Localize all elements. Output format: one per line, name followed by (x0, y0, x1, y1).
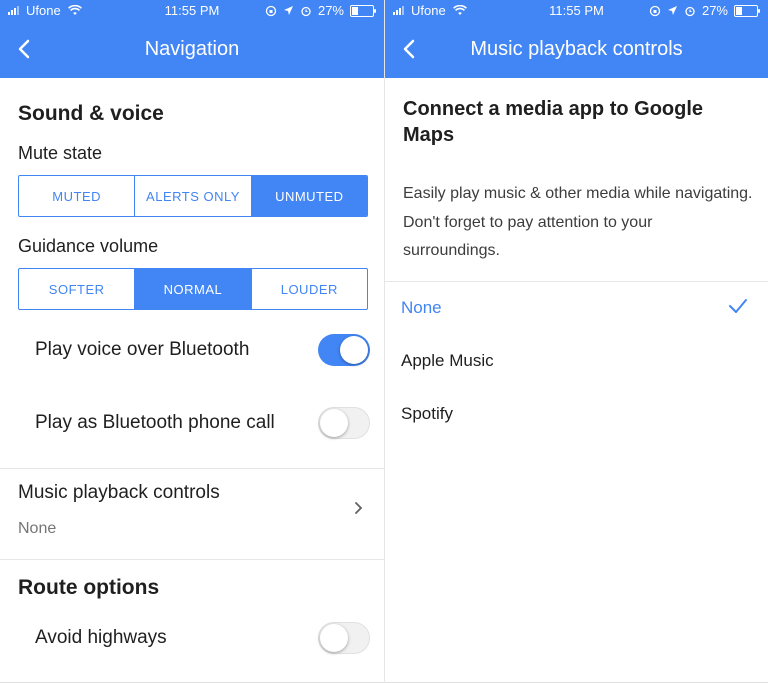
avoid-highways-toggle[interactable] (318, 622, 370, 654)
navigation-settings-screen: Ufone 11:55 PM 27% Navigation Sound & vo… (0, 0, 384, 683)
music-playback-value: None (18, 520, 57, 537)
music-playback-title: Music playback controls (18, 482, 220, 503)
page-title: Music playback controls (470, 38, 683, 60)
battery-icon (734, 4, 760, 17)
media-option-spotify[interactable]: Spotify (385, 388, 768, 440)
music-playback-row[interactable]: Music playback controls None (0, 470, 384, 558)
volume-option-louder[interactable]: LOUDER (252, 269, 367, 309)
status-bar: Ufone 11:55 PM 27% (385, 3, 768, 19)
route-options-heading: Route options (18, 576, 160, 599)
media-option-label: Spotify (401, 404, 453, 423)
status-bar: Ufone 11:55 PM 27% (0, 3, 384, 19)
media-option-label: Apple Music (401, 351, 494, 370)
battery-percent: 27% (317, 3, 344, 18)
mute-option-muted[interactable]: MUTED (19, 176, 136, 216)
music-playback-screen: Ufone 11:55 PM 27% Music playback contro… (384, 0, 768, 683)
connect-heading: Connect a media app to Google Maps (403, 98, 704, 146)
bluetooth-call-label: Play as Bluetooth phone call (35, 412, 275, 433)
avoid-highways-label: Avoid highways (35, 627, 167, 648)
sound-voice-heading: Sound & voice (18, 102, 164, 125)
battery-percent: 27% (701, 3, 728, 18)
orientation-lock-icon (265, 5, 277, 16)
mute-option-unmuted[interactable]: UNMUTED (251, 176, 367, 216)
guidance-volume-label: Guidance volume (18, 236, 159, 256)
header-bar: Ufone 11:55 PM 27% Music playback contro… (385, 0, 768, 78)
chevron-right-icon (355, 502, 363, 514)
alarm-icon (301, 6, 311, 16)
media-option-label: None (401, 298, 442, 317)
battery-icon (350, 4, 376, 17)
divider (0, 468, 384, 469)
bluetooth-call-toggle[interactable] (318, 407, 370, 439)
divider (0, 559, 384, 560)
status-icons: 27% (649, 3, 760, 18)
media-option-apple-music[interactable]: Apple Music (385, 335, 768, 387)
mute-state-label: Mute state (18, 143, 103, 163)
mute-option-alerts-only[interactable]: ALERTS ONLY (135, 176, 252, 216)
header-bar: Ufone 11:55 PM 27% Navigation (0, 0, 384, 78)
mute-state-selector: MUTED ALERTS ONLY UNMUTED (18, 175, 368, 217)
guidance-volume-selector: SOFTER NORMAL LOUDER (18, 268, 368, 310)
status-icons: 27% (265, 3, 376, 18)
bluetooth-voice-toggle[interactable] (318, 334, 370, 366)
volume-option-normal[interactable]: NORMAL (135, 269, 252, 309)
media-option-none[interactable]: None (385, 282, 768, 334)
location-arrow-icon (283, 6, 293, 15)
checkmark-icon (729, 299, 747, 313)
orientation-lock-icon (649, 5, 661, 16)
connect-description: Easily play music & other media while na… (403, 185, 753, 259)
location-arrow-icon (667, 6, 677, 15)
volume-option-softer[interactable]: SOFTER (19, 269, 136, 309)
page-title: Navigation (144, 38, 240, 60)
alarm-icon (685, 6, 695, 16)
bluetooth-voice-label: Play voice over Bluetooth (35, 339, 250, 360)
